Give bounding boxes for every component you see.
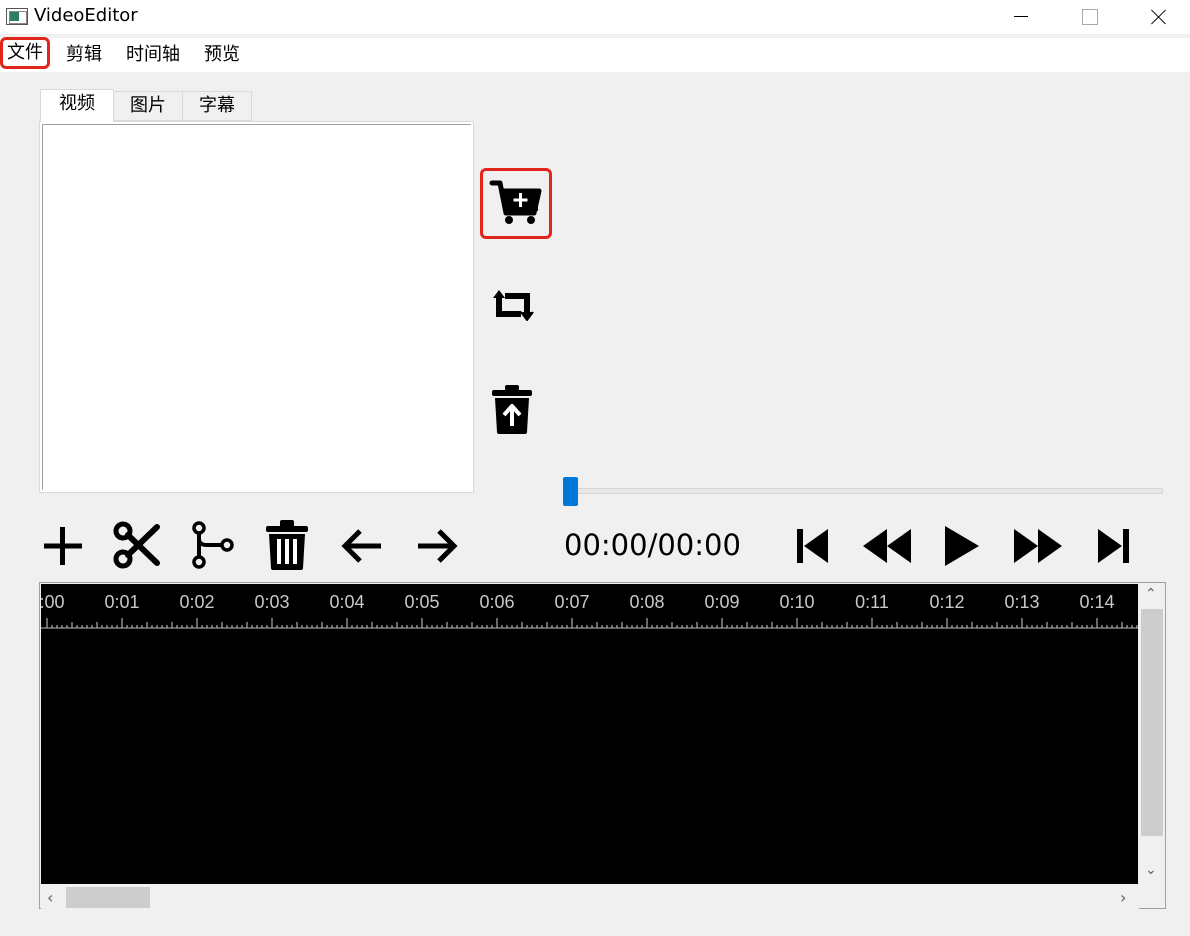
skip-to-start-icon xyxy=(797,529,828,563)
app-icon xyxy=(6,8,28,25)
time-readout: 00:00/00:00 xyxy=(564,528,741,562)
menu-preview[interactable]: 预览 xyxy=(204,44,240,66)
scroll-down-arrow-icon[interactable]: ⌄ xyxy=(1145,862,1157,878)
rewind-button[interactable] xyxy=(862,527,912,565)
move-left-button[interactable] xyxy=(340,527,384,565)
tab-image[interactable]: 图片 xyxy=(113,91,183,121)
skip-to-end-button[interactable] xyxy=(1096,527,1130,565)
cart-plus-icon xyxy=(489,180,542,224)
plus-icon xyxy=(44,527,82,565)
trash-icon xyxy=(266,520,308,570)
menu-edit[interactable]: 剪辑 xyxy=(66,44,102,66)
window-title: VideoEditor xyxy=(34,5,138,26)
scroll-right-arrow-icon[interactable]: › xyxy=(1120,888,1126,907)
add-to-timeline-button[interactable] xyxy=(480,168,552,239)
tab-subtitle[interactable]: 字幕 xyxy=(182,91,252,121)
split-button[interactable] xyxy=(189,521,235,569)
menu-bar: 文件 剪辑 时间轴 预览 xyxy=(0,37,1190,72)
play-icon xyxy=(945,526,979,566)
rewind-icon xyxy=(863,529,911,563)
play-button[interactable] xyxy=(943,524,981,568)
skip-to-end-icon xyxy=(1098,529,1129,563)
scissors-icon xyxy=(113,521,160,569)
video-editor-window: VideoEditor 文件 剪辑 时间轴 预览 视频 图片 字幕 00:00/… xyxy=(0,0,1190,936)
menu-file[interactable]: 文件 xyxy=(0,37,50,69)
trash-upload-icon xyxy=(492,385,532,434)
horizontal-scrollbar[interactable] xyxy=(41,885,1139,909)
playback-slider-handle[interactable] xyxy=(563,477,578,506)
timeline-ruler xyxy=(41,618,1138,629)
cut-button[interactable] xyxy=(113,521,161,569)
scroll-up-arrow-icon[interactable]: ⌃ xyxy=(1145,586,1157,602)
vertical-scroll-thumb[interactable] xyxy=(1141,609,1163,836)
horizontal-scroll-thumb[interactable] xyxy=(66,887,150,908)
arrow-right-icon xyxy=(418,529,458,563)
fast-forward-button[interactable] xyxy=(1013,527,1063,565)
title-bar: VideoEditor xyxy=(0,0,1190,34)
delete-button[interactable] xyxy=(265,520,309,570)
repeat-arrows-icon xyxy=(493,290,534,321)
move-right-button[interactable] xyxy=(415,527,459,565)
media-list-panel[interactable] xyxy=(39,121,474,493)
arrow-left-icon xyxy=(341,529,381,563)
fast-forward-icon xyxy=(1014,529,1062,563)
tab-video[interactable]: 视频 xyxy=(40,89,114,122)
split-branch-icon xyxy=(192,521,234,569)
timeline-canvas[interactable]: 0:000:010:020:030:040:050:060:070:080:09… xyxy=(41,584,1138,884)
minimize-button[interactable] xyxy=(998,0,1044,34)
menu-timeline[interactable]: 时间轴 xyxy=(126,44,180,66)
playback-slider-track[interactable] xyxy=(563,488,1163,494)
scroll-left-arrow-icon[interactable]: ‹ xyxy=(47,888,53,907)
skip-to-start-button[interactable] xyxy=(796,527,830,565)
maximize-button[interactable] xyxy=(1066,0,1112,34)
replace-button[interactable] xyxy=(487,284,539,326)
remove-button[interactable] xyxy=(490,384,534,436)
close-button[interactable] xyxy=(1136,0,1182,34)
add-button[interactable] xyxy=(42,524,84,568)
